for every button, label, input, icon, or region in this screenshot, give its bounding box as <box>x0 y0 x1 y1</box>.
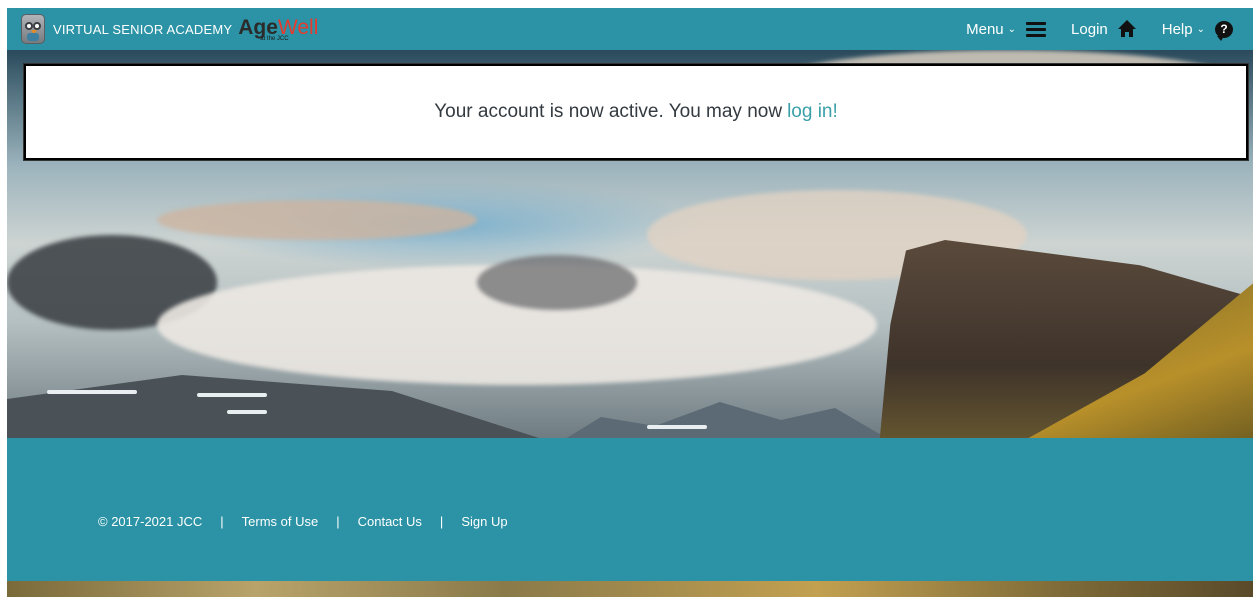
help-bubble-icon: ? <box>1215 20 1233 41</box>
footer: © 2017-2021 JCC | Terms of Use | Contact… <box>7 438 1253 581</box>
landscape-strip <box>7 581 1253 597</box>
owl-logo-icon <box>21 14 45 44</box>
login-label: Login <box>1071 20 1108 38</box>
help-dropdown[interactable]: Help ⌄ ? <box>1161 20 1233 41</box>
brand-subtitle: at the JCC <box>260 35 289 42</box>
academy-name: VIRTUAL SENIOR ACADEMY <box>53 21 233 37</box>
top-nav-bar: VIRTUAL SENIOR ACADEMY AgeWell at the JC… <box>7 8 1253 50</box>
log-in-link[interactable]: log in! <box>787 101 838 122</box>
help-label: Help <box>1161 20 1193 38</box>
contact-us-link[interactable]: Contact Us <box>358 514 422 529</box>
activation-notice: Your account is now active. You may now l… <box>24 64 1248 160</box>
copyright-text: © 2017-2021 JCC <box>98 514 203 529</box>
chevron-down-icon: ⌄ <box>1196 23 1205 35</box>
hamburger-icon <box>1026 21 1047 37</box>
login-link[interactable]: Login <box>1071 20 1136 38</box>
sign-up-link[interactable]: Sign Up <box>461 514 507 529</box>
menu-dropdown[interactable]: Menu ⌄ <box>966 20 1047 38</box>
footer-separator: | <box>336 514 340 529</box>
agewell-brand: AgeWell at the JCC <box>238 17 318 42</box>
header-nav: Menu ⌄ Login Help ⌄ ? <box>966 8 1253 50</box>
footer-links: © 2017-2021 JCC | Terms of Use | Contact… <box>98 514 508 529</box>
footer-separator: | <box>439 514 444 529</box>
chevron-down-icon: ⌄ <box>1007 23 1017 35</box>
home-icon <box>1117 20 1136 38</box>
site-logo[interactable]: VIRTUAL SENIOR ACADEMY AgeWell at the JC… <box>21 14 318 44</box>
page: VIRTUAL SENIOR ACADEMY AgeWell at the JC… <box>7 8 1253 597</box>
menu-label: Menu <box>966 20 1004 38</box>
notice-message: Your account is now active. You may now l… <box>434 101 838 122</box>
footer-separator: | <box>220 514 224 529</box>
terms-of-use-link[interactable]: Terms of Use <box>242 514 319 529</box>
